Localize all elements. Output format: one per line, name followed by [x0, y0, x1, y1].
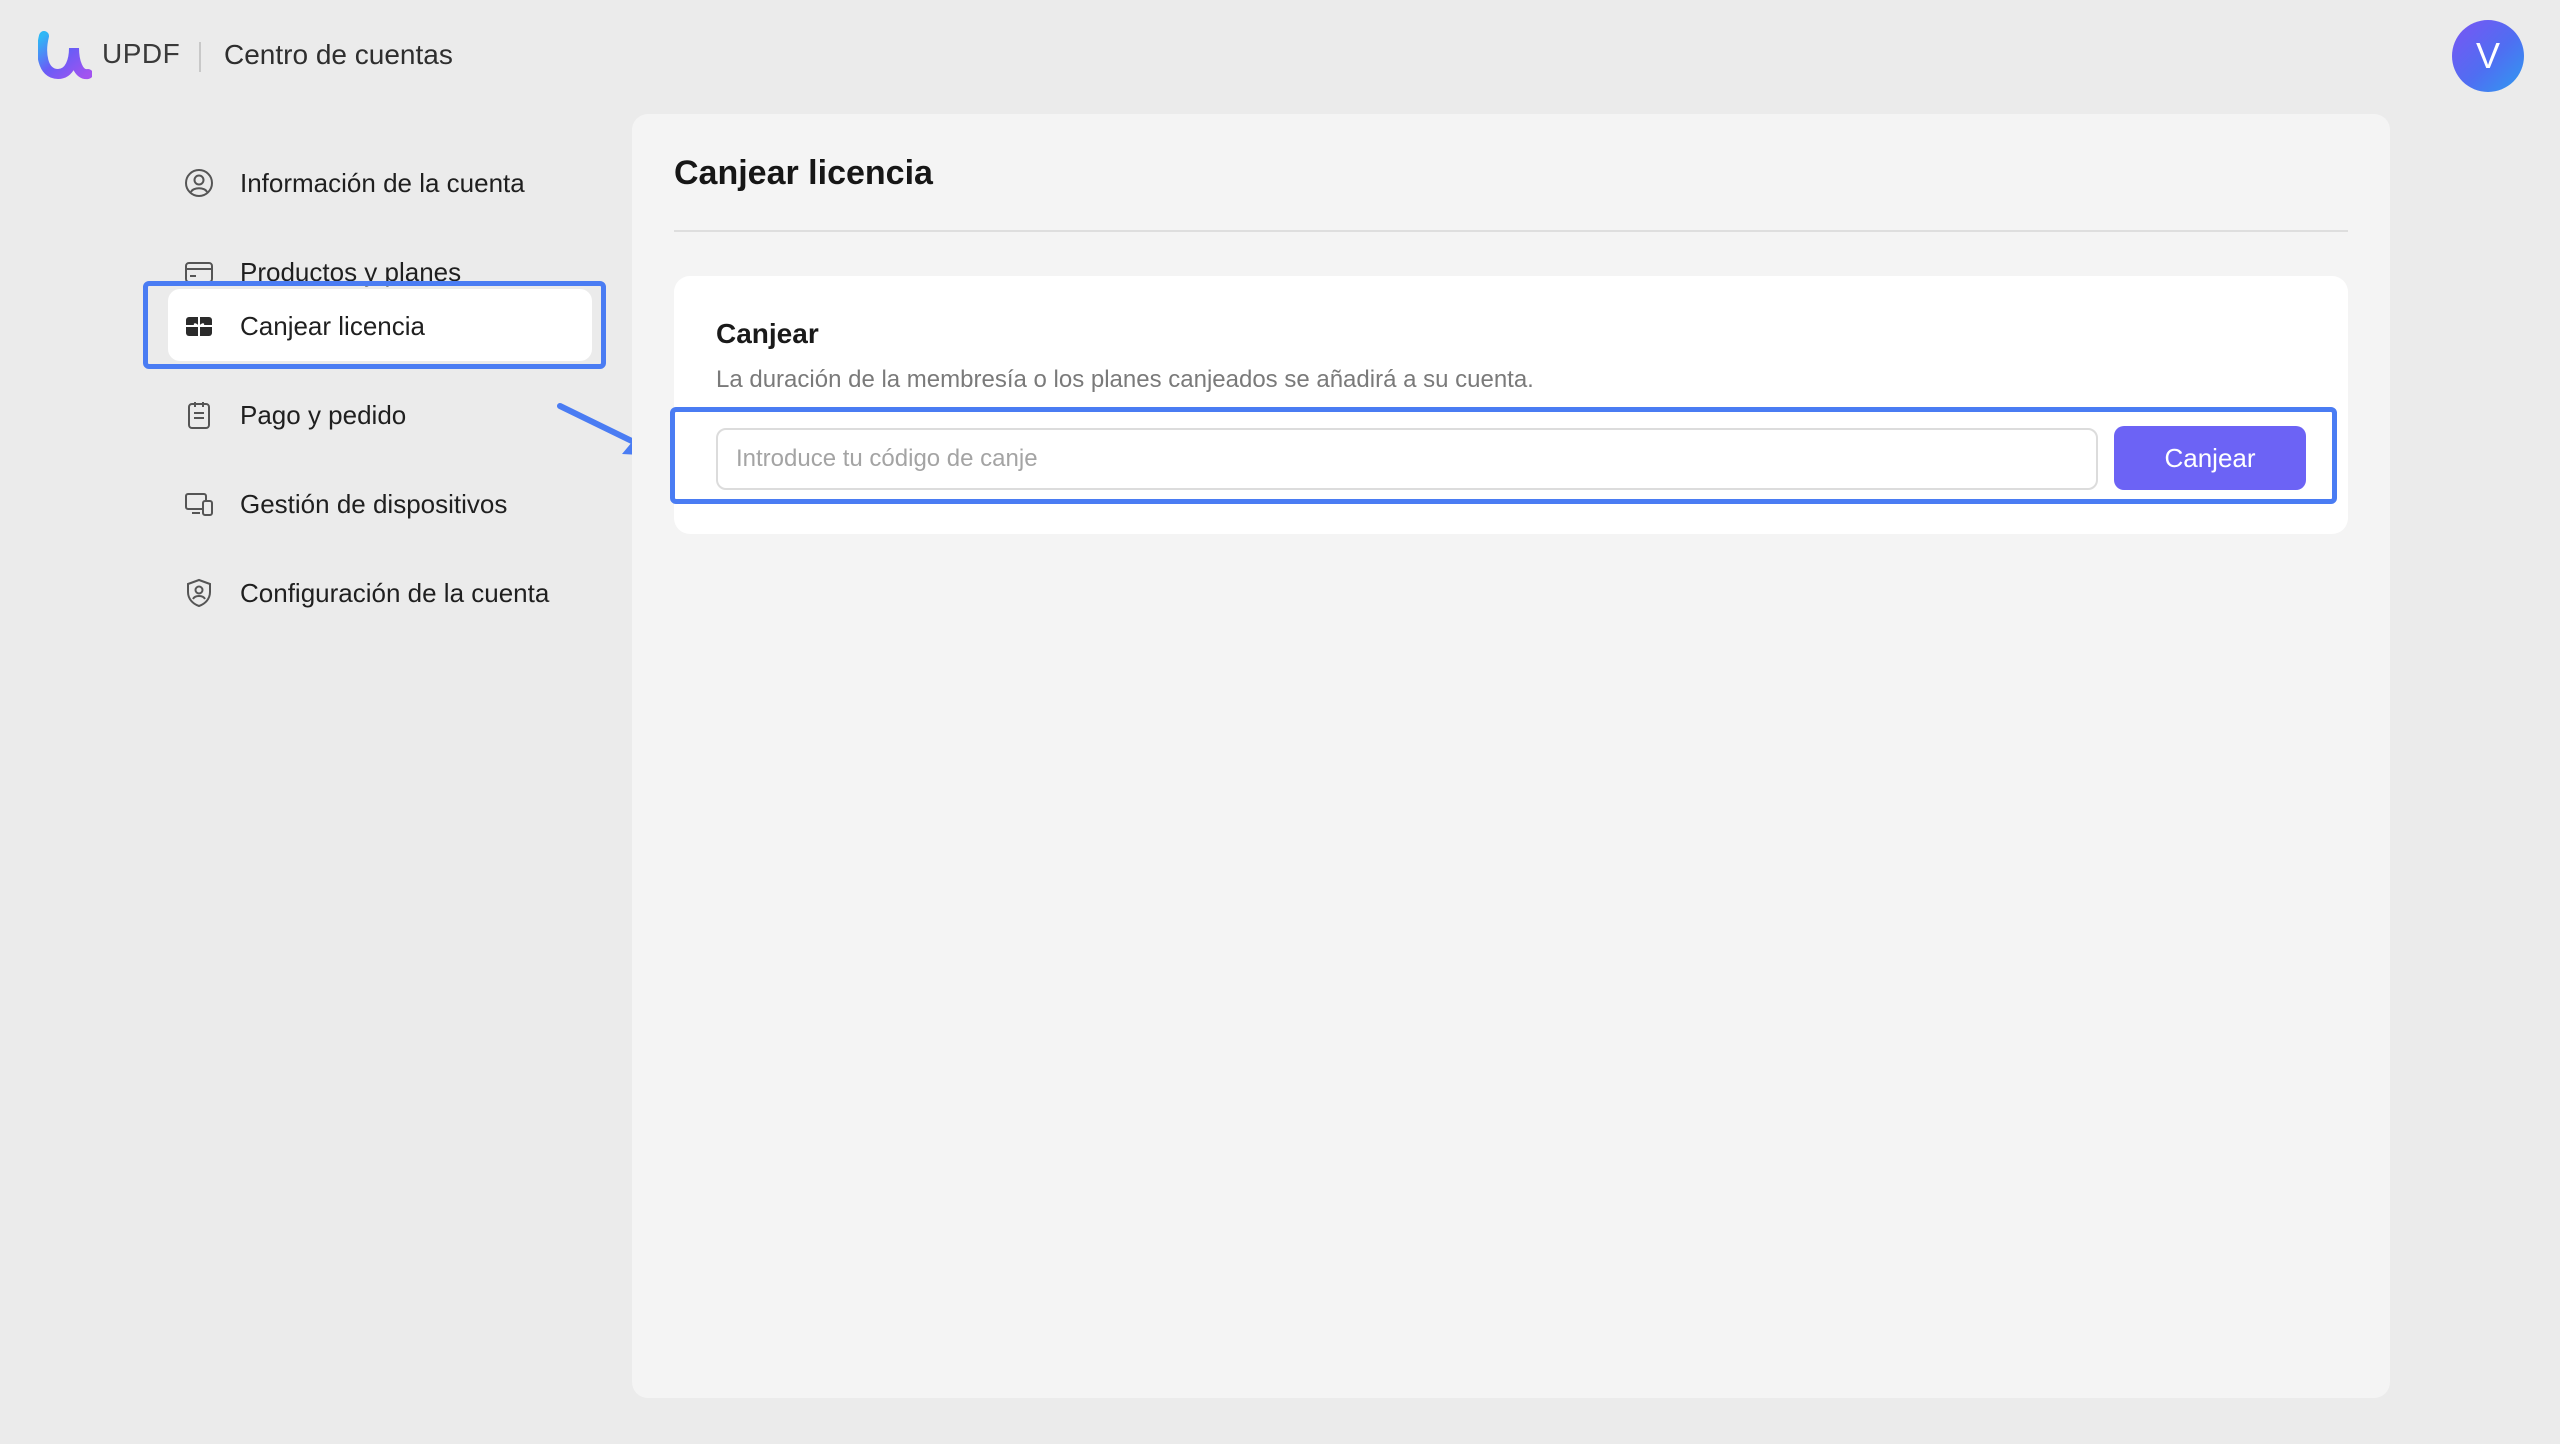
page-header-title: Centro de cuentas	[224, 39, 453, 70]
redeem-button[interactable]: Canjear	[2114, 426, 2306, 490]
devices-icon	[185, 493, 213, 516]
shield-user-icon	[187, 578, 211, 608]
sidebar-item-device-management[interactable]: Gestión de dispositivos	[168, 467, 592, 539]
sidebar-item-payment-order[interactable]: Pago y pedido	[168, 378, 592, 450]
sidebar-item-label: Pago y pedido	[240, 400, 407, 430]
sidebar-item-label: Gestión de dispositivos	[240, 489, 508, 519]
sidebar-item-label: Información de la cuenta	[240, 168, 525, 198]
main-panel: Canjear licencia Canjear La duración de …	[632, 114, 2390, 1398]
credit-card-icon	[185, 262, 213, 283]
receipt-icon	[188, 402, 210, 429]
sidebar-item-account-settings[interactable]: Configuración de la cuenta	[168, 556, 592, 628]
page-title: Canjear licencia	[674, 154, 933, 192]
user-circle-icon	[185, 169, 213, 197]
sidebar-item-label: Canjear licencia	[240, 311, 425, 341]
redeem-card-title: Canjear	[716, 318, 819, 349]
brand-name: UPDF	[102, 38, 181, 69]
avatar[interactable]: V	[2452, 20, 2524, 92]
title-divider	[674, 230, 2348, 232]
sidebar-item-account-info[interactable]: Información de la cuenta	[168, 146, 592, 218]
header-divider	[199, 42, 201, 72]
updf-logo-icon[interactable]	[38, 30, 92, 80]
top-header: UPDF Centro de cuentas V	[0, 0, 2560, 112]
redeem-code-input[interactable]	[716, 428, 2098, 490]
avatar-initial: V	[2475, 35, 2500, 76]
redeem-card: Canjear La duración de la membresía o lo…	[674, 276, 2348, 534]
sidebar-item-label: Productos y planes	[240, 257, 462, 287]
gift-card-icon	[186, 317, 212, 336]
sidebar-item-redeem-license[interactable]: Canjear licencia	[168, 289, 592, 361]
sidebar-item-label: Configuración de la cuenta	[240, 578, 550, 608]
redeem-card-description: La duración de la membresía o los planes…	[716, 366, 1534, 393]
